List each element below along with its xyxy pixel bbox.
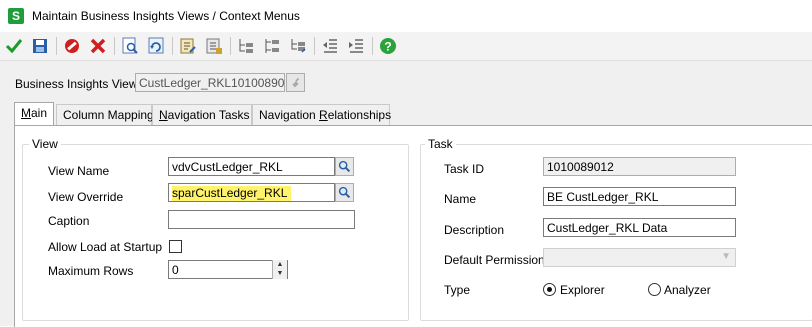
tab-navigation-relationships-pre: Navigation — [259, 108, 320, 122]
toolbar-separator — [56, 37, 57, 55]
view-group-title: View — [29, 137, 61, 151]
header-lookup-button[interactable] — [286, 73, 305, 92]
type-analyzer-radio[interactable] — [648, 283, 661, 296]
tab-navigation-tasks-label: avigation Tasks — [167, 108, 250, 122]
task-id-field: 1010089012 — [543, 157, 736, 176]
name-field[interactable]: BE CustLedger_RKL — [543, 187, 736, 206]
tree-icon[interactable] — [236, 36, 256, 56]
view-name-field[interactable]: vdvCustLedger_RKL — [168, 157, 335, 176]
type-explorer-radio[interactable] — [543, 283, 556, 296]
window-title: Maintain Business Insights Views / Conte… — [32, 9, 300, 23]
type-analyzer-label: Analyzer — [664, 283, 711, 297]
tab-navigation-relationships[interactable]: Navigation Relationships — [252, 104, 392, 125]
caption-field[interactable] — [168, 210, 355, 229]
tab-main[interactable]: Main — [14, 102, 54, 126]
maximum-rows-label: Maximum Rows — [48, 264, 134, 278]
toolbar-separator — [372, 37, 373, 55]
allow-load-label: Allow Load at Startup — [48, 240, 163, 254]
clipboard-list-icon[interactable] — [204, 36, 224, 56]
tab-navigation-relationships-label: elationships — [327, 108, 392, 122]
business-insights-view-field: CustLedger_RKL1010089012 — [135, 73, 285, 92]
task-group-title: Task — [425, 137, 456, 151]
default-permission-select[interactable]: ▼ — [543, 248, 736, 267]
title-bar: S Maintain Business Insights Views / Con… — [0, 0, 812, 32]
view-override-field[interactable]: sparCustLedger_RKL — [168, 183, 335, 202]
spin-up-icon[interactable]: ▲ — [273, 260, 287, 269]
app-icon: S — [8, 8, 24, 24]
type-explorer-label: Explorer — [560, 283, 605, 297]
find-icon[interactable] — [120, 36, 140, 56]
description-field[interactable]: CustLedger_RKL Data — [543, 218, 736, 237]
svg-text:?: ? — [384, 40, 391, 54]
tab-navigation-tasks[interactable]: Navigation Tasks — [152, 104, 252, 125]
maximum-rows-field[interactable]: 0 — [168, 260, 288, 279]
view-name-lookup-button[interactable] — [335, 157, 354, 176]
search-icon — [338, 160, 351, 173]
name-label: Name — [444, 192, 477, 206]
view-override-lookup-button[interactable] — [335, 183, 354, 202]
type-label: Type — [444, 283, 471, 297]
tab-navigation-relationships-access: R — [319, 108, 328, 122]
indent-right-icon[interactable] — [346, 36, 366, 56]
toolbar-separator — [230, 37, 231, 55]
view-name-label: View Name — [48, 164, 110, 178]
toolbar-separator — [172, 37, 173, 55]
no-entry-icon[interactable] — [62, 36, 82, 56]
view-override-highlight: sparCustLedger_RKL — [172, 186, 292, 201]
toolbar-separator — [114, 37, 115, 55]
help-icon[interactable]: ? — [378, 36, 398, 56]
close-icon[interactable] — [88, 36, 108, 56]
tree-icon[interactable] — [288, 36, 308, 56]
chevron-down-icon: ▼ — [721, 251, 731, 262]
caption-label: Caption — [48, 214, 90, 228]
search-icon — [338, 186, 351, 199]
toolbar-separator — [314, 37, 315, 55]
spin-down-icon[interactable]: ▼ — [273, 269, 287, 278]
tab-column-mapping[interactable]: Column Mapping — [56, 104, 154, 125]
tree-icon[interactable] — [262, 36, 282, 56]
tab-column-mapping-label: Column Mapping — [63, 108, 154, 122]
indent-left-icon[interactable] — [320, 36, 340, 56]
tab-main-label: ain — [31, 106, 48, 120]
clipboard-edit-icon[interactable] — [178, 36, 198, 56]
maximum-rows-value: 0 — [172, 263, 179, 277]
view-override-label: View Override — [48, 190, 124, 204]
default-permission-label: Default Permission — [444, 253, 545, 267]
maximum-rows-spinner[interactable]: ▲ ▼ — [272, 260, 287, 279]
business-insights-view-label: Business Insights View — [15, 77, 138, 91]
task-id-label: Task ID — [444, 162, 485, 176]
tab-navigation-tasks-access: N — [159, 108, 168, 122]
allow-load-checkbox[interactable] — [169, 240, 182, 253]
description-label: Description — [444, 223, 505, 237]
toolbar: ? — [0, 32, 812, 61]
save-icon[interactable] — [30, 36, 50, 56]
check-icon[interactable] — [4, 36, 24, 56]
tab-main-access: M — [21, 106, 31, 120]
pin-icon — [292, 77, 300, 88]
refresh-icon[interactable] — [146, 36, 166, 56]
